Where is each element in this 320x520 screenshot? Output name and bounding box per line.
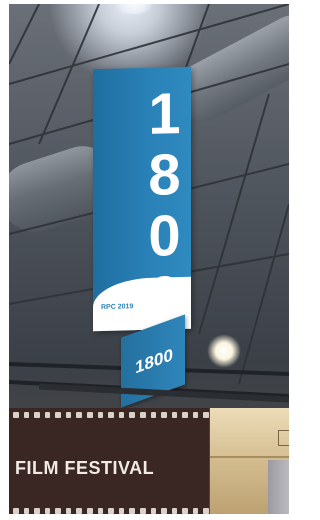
photo-frame: 1800 RPC 2019 1800 FILM FESTIVAL xyxy=(0,0,298,520)
booth-header xyxy=(210,408,289,458)
hanging-banner: 1800 RPC 2019 xyxy=(93,66,197,332)
film-strip-bottom xyxy=(9,506,209,514)
convention-hall-photo: 1800 RPC 2019 1800 FILM FESTIVAL xyxy=(9,4,289,514)
small-sign-number: 1800 xyxy=(135,344,173,378)
booth-panel xyxy=(268,460,289,514)
event-logo: RPC 2019 xyxy=(101,303,134,312)
film-festival-sign: FILM FESTIVAL xyxy=(9,408,209,514)
film-strip-top xyxy=(9,410,209,420)
film-festival-label: FILM FESTIVAL xyxy=(15,458,155,478)
booth-icon xyxy=(278,430,289,446)
booth-structure xyxy=(210,408,289,514)
